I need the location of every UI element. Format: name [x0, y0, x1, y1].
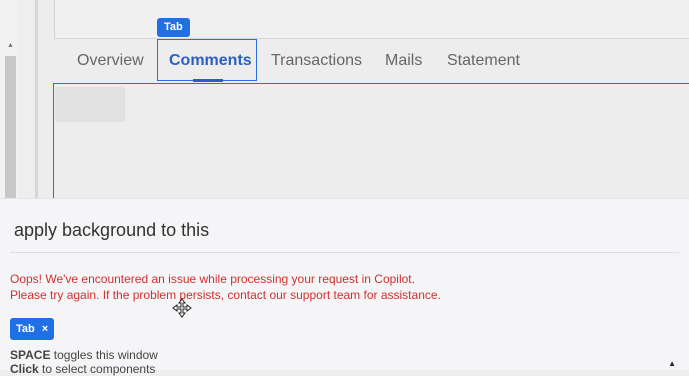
move-cursor-icon	[172, 298, 192, 318]
header-panel	[54, 0, 689, 39]
close-icon[interactable]: ×	[42, 318, 48, 340]
copilot-panel: apply background to this Oops! We've enc…	[0, 198, 689, 376]
hint-text: to select components	[38, 362, 156, 376]
hint-key: Click	[10, 362, 39, 376]
tab-mails[interactable]: Mails	[385, 40, 422, 82]
active-tab-indicator	[193, 79, 223, 82]
tab-content-panel	[53, 83, 689, 203]
error-message-line-2: Please try again. If the problem persist…	[10, 288, 441, 302]
shortcut-hint-click: Click to select components	[10, 362, 155, 376]
left-panel: ▲	[0, 0, 18, 200]
chip-label: Tab	[16, 323, 35, 335]
scroll-up-icon[interactable]: ▲	[5, 40, 16, 52]
prompt-text[interactable]: apply background to this	[14, 220, 209, 241]
selected-component-chip[interactable]: Tab ×	[10, 318, 55, 340]
tab-comments[interactable]: Comments	[169, 40, 252, 82]
tab-statement[interactable]: Statement	[447, 40, 520, 82]
shortcut-hint-space: SPACE toggles this window	[10, 348, 158, 362]
component-tag: Tab	[157, 18, 190, 37]
scroll-up-icon[interactable]: ▲	[668, 359, 676, 368]
scrollbar[interactable]	[5, 56, 16, 200]
hint-key: SPACE	[10, 348, 51, 362]
tab-overview[interactable]: Overview	[77, 40, 144, 82]
error-message-line-1: Oops! We've encountered an issue while p…	[10, 272, 415, 286]
hint-text: toggles this window	[50, 348, 158, 362]
loading-skeleton	[55, 87, 125, 122]
prompt-divider	[10, 252, 679, 253]
tab-transactions[interactable]: Transactions	[271, 40, 362, 82]
